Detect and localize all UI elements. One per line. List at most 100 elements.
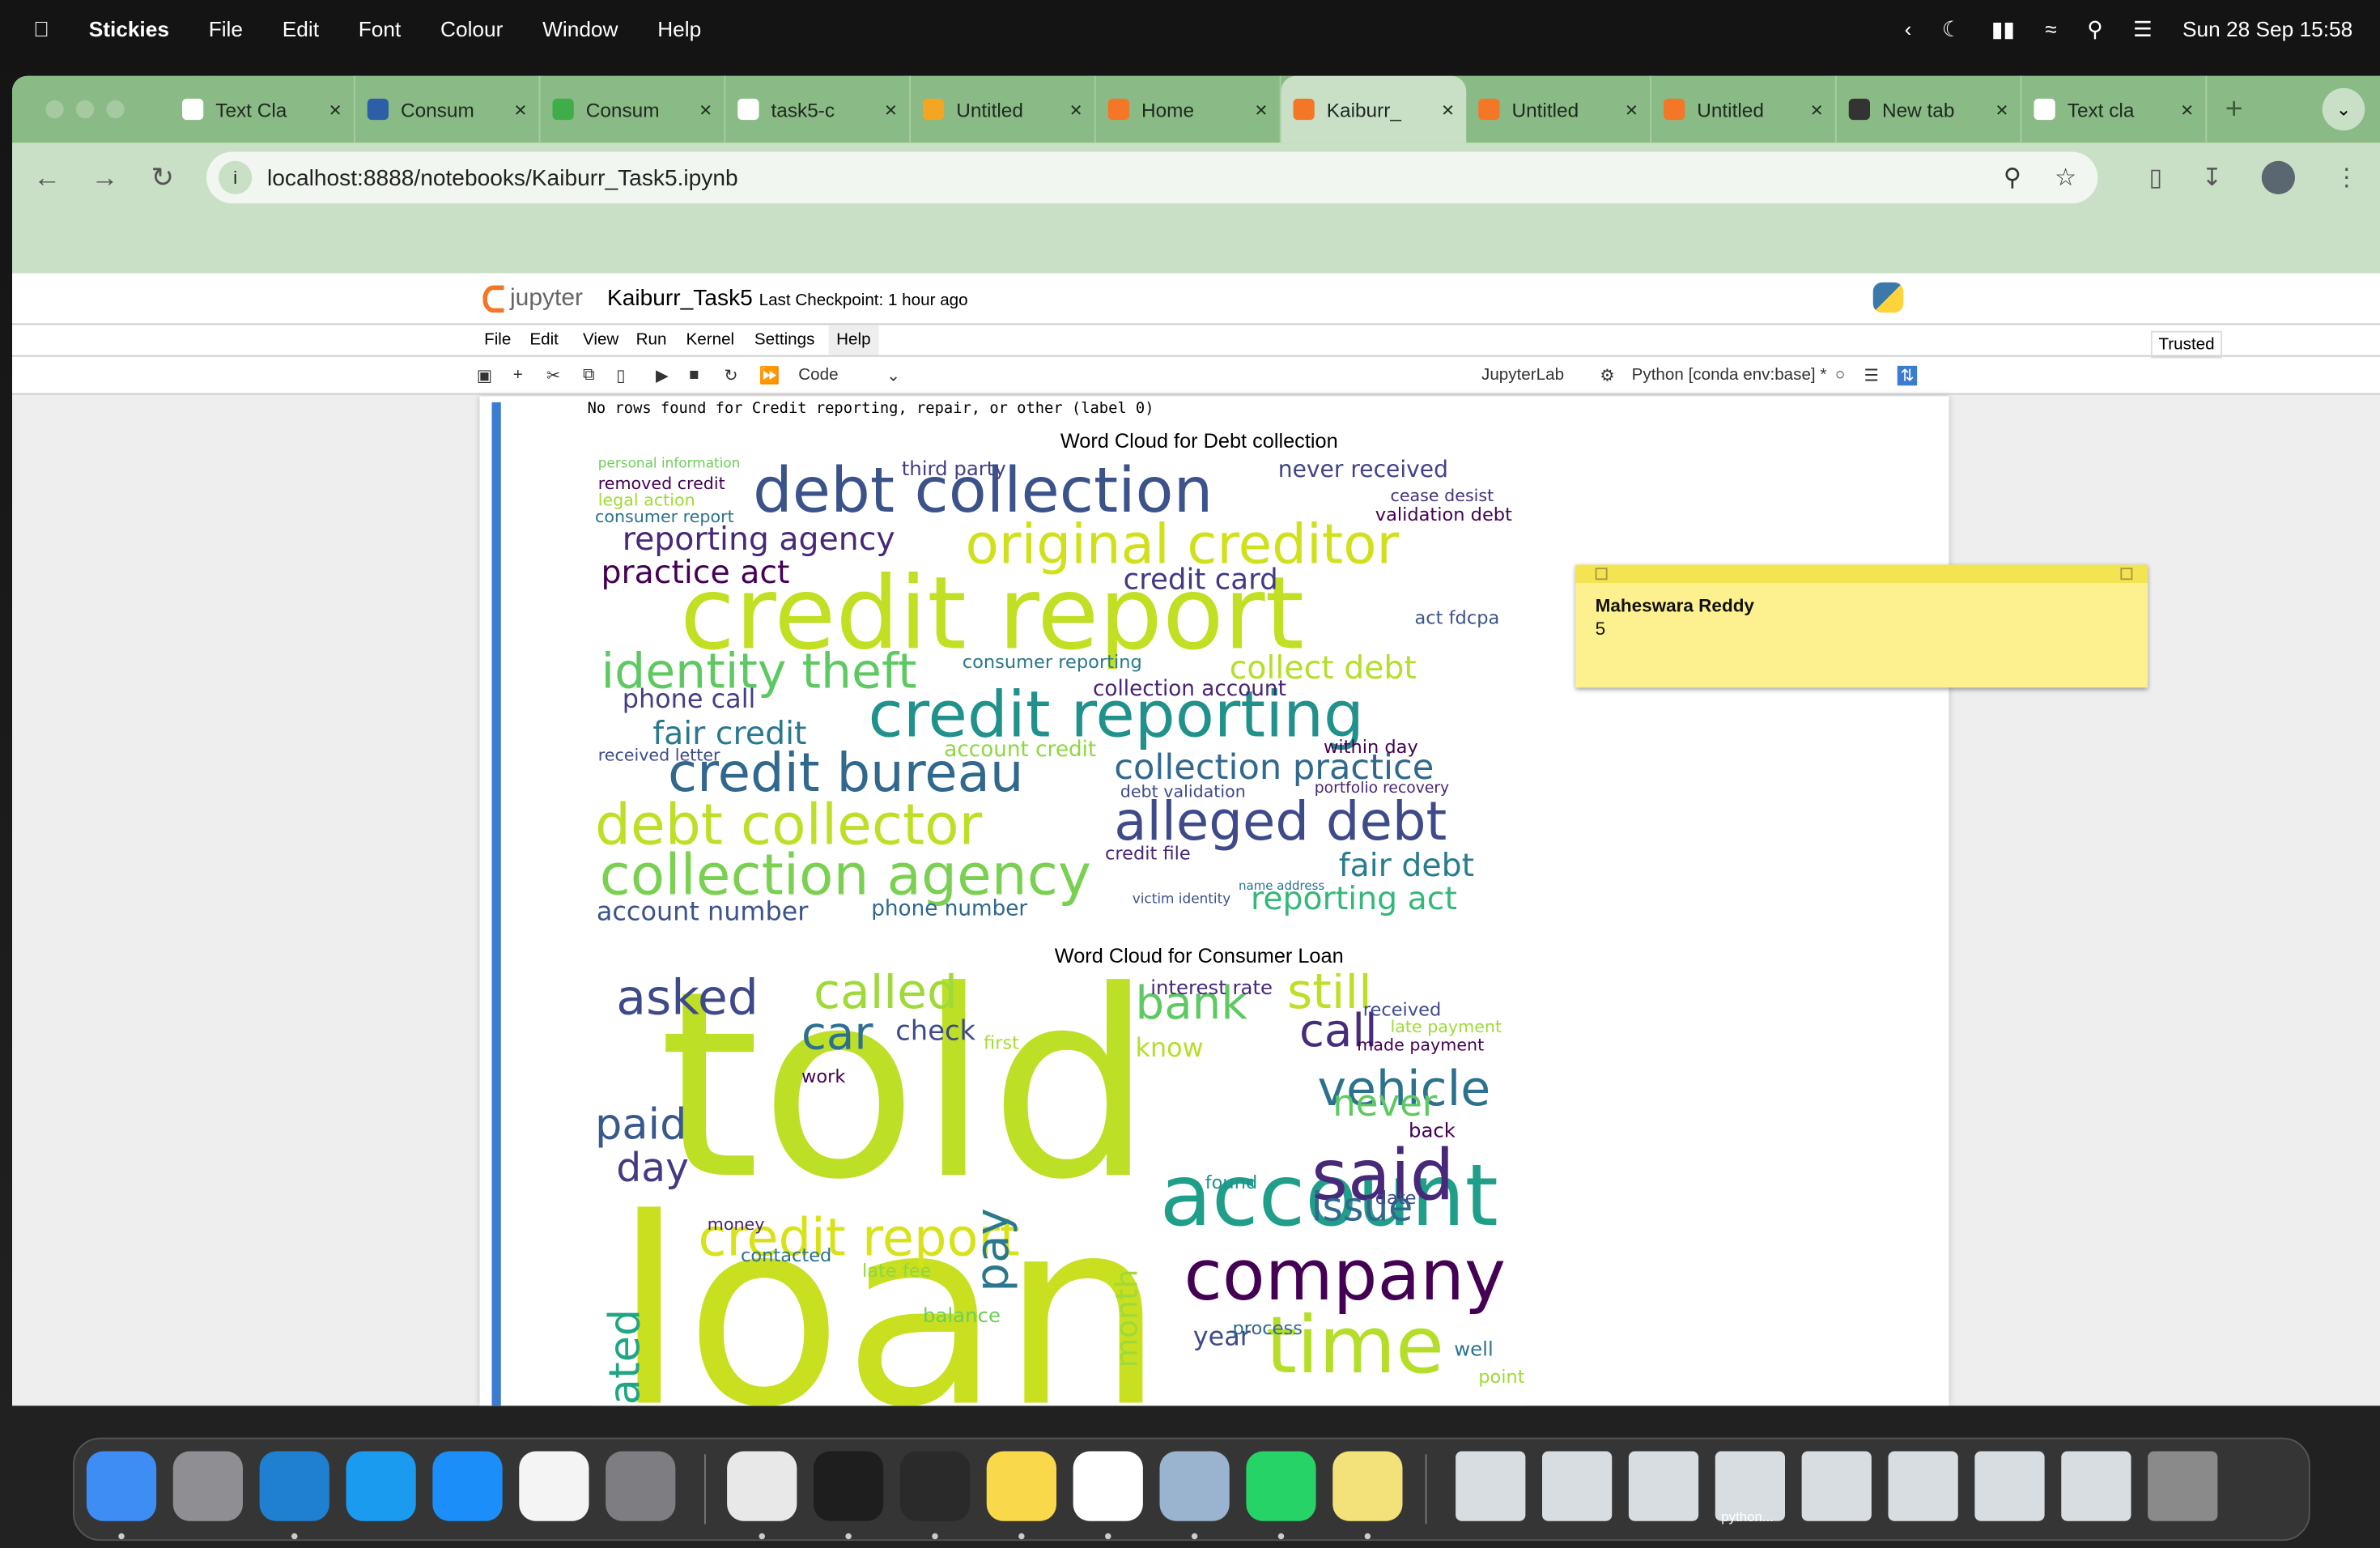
paste-icon[interactable]: ▯	[616, 366, 625, 386]
dock-finder-icon[interactable]	[86, 1451, 157, 1521]
browser-tab[interactable]: Kaiburr_ ×	[1281, 75, 1467, 143]
jupyter-logo[interactable]: jupyter	[482, 285, 583, 313]
browser-tab[interactable]: Text cla ×	[2022, 75, 2208, 143]
sticky-note[interactable]: Maheswara Reddy 5	[1575, 564, 2148, 688]
list-icon[interactable]: ☰	[1864, 366, 1880, 386]
dock-system-settings-icon[interactable]	[606, 1451, 676, 1521]
zoom-window-button[interactable]	[106, 100, 125, 119]
tab-close-icon[interactable]: ×	[1255, 97, 1267, 121]
nb-menu-kernel[interactable]: Kernel	[686, 331, 735, 350]
url-text[interactable]: localhost:8888/notebooks/Kaiburr_Task5.i…	[267, 164, 738, 190]
debug-bug-icon[interactable]: ⚙	[1600, 366, 1615, 386]
close-window-button[interactable]	[45, 100, 64, 119]
dock-vscode-icon[interactable]	[259, 1451, 329, 1521]
copy-icon[interactable]: ⧉	[583, 366, 595, 385]
dock-minimized-window[interactable]	[1456, 1451, 1526, 1521]
chevron-left-icon[interactable]: ‹	[1905, 17, 1912, 41]
tab-close-icon[interactable]: ×	[1811, 97, 1823, 121]
wifi-icon[interactable]: ≈	[2045, 17, 2056, 41]
nb-menu-file[interactable]: File	[484, 331, 511, 350]
dock-freeform-icon[interactable]	[1073, 1451, 1143, 1521]
dock-notes-icon[interactable]	[986, 1451, 1056, 1521]
nb-menu-settings[interactable]: Settings	[754, 331, 815, 350]
sticky-close-button[interactable]	[1595, 568, 1608, 580]
dock-terminal-icon[interactable]	[814, 1451, 884, 1521]
cell-type-select[interactable]: Code	[798, 366, 838, 385]
back-icon[interactable]: ←	[19, 162, 76, 194]
more-menu-icon[interactable]: ⋮	[2335, 163, 2359, 194]
sticky-title-text[interactable]: Maheswara Reddy	[1596, 595, 1754, 616]
browser-tab[interactable]: Consum ×	[355, 75, 541, 143]
spotlight-search-icon[interactable]: ⚲	[2087, 16, 2102, 42]
sticky-body-text[interactable]: 5	[1596, 618, 1606, 639]
tab-search-chevron-icon[interactable]: ⌄	[2322, 87, 2365, 131]
forward-icon[interactable]: →	[76, 162, 134, 194]
cut-icon[interactable]: ✂	[546, 366, 560, 386]
browser-tab[interactable]: Untitled ×	[911, 75, 1096, 143]
sticky-collapse-button[interactable]	[2120, 568, 2133, 580]
dock-minimized-window[interactable]	[1974, 1451, 2045, 1521]
tab-close-icon[interactable]: ×	[1442, 97, 1454, 121]
dock-trash-icon[interactable]	[2148, 1451, 2218, 1521]
focus-moon-icon[interactable]: ☾	[1942, 16, 1961, 42]
run-icon[interactable]: ▶	[656, 366, 669, 386]
menu-colour[interactable]: Colour	[440, 17, 503, 41]
tab-close-icon[interactable]: ×	[699, 97, 712, 121]
save-icon[interactable]: ▣	[477, 366, 493, 386]
restart-run-all-icon[interactable]: ⏩	[759, 366, 780, 386]
nb-menu-view[interactable]: View	[583, 331, 618, 350]
add-cell-icon[interactable]: +	[513, 366, 523, 385]
dock-whatsapp-icon[interactable]	[1246, 1451, 1316, 1521]
dock-chrome-icon[interactable]	[727, 1451, 797, 1521]
browser-tab[interactable]: task5-c ×	[725, 75, 911, 143]
browser-tab[interactable]: Untitled ×	[1651, 75, 1837, 143]
notebook-title[interactable]: Kaiburr_Task5	[607, 286, 753, 312]
browser-tab[interactable]: Text Cla ×	[170, 75, 355, 143]
address-bar[interactable]: i localhost:8888/notebooks/Kaiburr_Task5…	[206, 151, 2098, 204]
dock-stickies-icon[interactable]	[1332, 1451, 1403, 1521]
battery-icon[interactable]: ▮▮	[1991, 16, 2015, 42]
trusted-badge[interactable]: Trusted	[2151, 330, 2222, 359]
dock-app-store-icon[interactable]	[432, 1451, 503, 1521]
tab-close-icon[interactable]: ×	[2181, 97, 2193, 121]
dock-minimized-window[interactable]	[1888, 1451, 1958, 1521]
nb-menu-edit[interactable]: Edit	[529, 331, 559, 350]
download-icon[interactable]: ↧	[2202, 163, 2222, 194]
toc-icon[interactable]: ⇅	[1897, 365, 1918, 386]
dock-preview-icon[interactable]	[1159, 1451, 1230, 1521]
restart-icon[interactable]: ↻	[724, 366, 737, 386]
browser-tab[interactable]: Home ×	[1096, 75, 1281, 143]
apple-icon[interactable]: 	[33, 17, 49, 41]
menu-file[interactable]: File	[209, 17, 243, 41]
menu-help[interactable]: Help	[657, 17, 701, 41]
profile-avatar[interactable]	[2261, 160, 2295, 194]
dock-minimized-window[interactable]	[1628, 1451, 1699, 1521]
dock-activity-icon[interactable]	[899, 1451, 971, 1521]
nb-menu-help[interactable]: Help	[828, 325, 878, 355]
site-info-icon[interactable]: i	[219, 160, 253, 194]
tab-close-icon[interactable]: ×	[514, 97, 526, 121]
browser-tab[interactable]: New tab ×	[1837, 75, 2022, 143]
dock-minimized-window[interactable]	[1542, 1451, 1613, 1521]
nb-menu-run[interactable]: Run	[636, 331, 667, 350]
menu-font[interactable]: Font	[359, 17, 402, 41]
sticky-title-bar[interactable]	[1575, 564, 2148, 583]
zoom-icon[interactable]: ⚲	[2004, 163, 2021, 194]
menu-app-name[interactable]: Stickies	[89, 17, 169, 41]
dock-launchpad-icon[interactable]	[172, 1451, 243, 1521]
stop-icon[interactable]: ■	[689, 366, 699, 385]
clock[interactable]: Sun 28 Sep 15:58	[2182, 17, 2352, 41]
dock-reminders-icon[interactable]	[519, 1451, 589, 1521]
kernel-name[interactable]: Python [conda env:base] *	[1632, 366, 1827, 385]
tab-close-icon[interactable]: ×	[329, 97, 342, 121]
dock-safari-icon[interactable]	[346, 1451, 416, 1521]
jupyterlab-link[interactable]: JupyterLab	[1481, 366, 1564, 385]
menu-edit[interactable]: Edit	[283, 17, 319, 41]
tab-close-icon[interactable]: ×	[1995, 97, 2008, 121]
browser-tab[interactable]: Untitled ×	[1466, 75, 1651, 143]
dock-minimized-window[interactable]	[2061, 1451, 2131, 1521]
bookmark-star-icon[interactable]: ☆	[2055, 163, 2076, 194]
reload-icon[interactable]: ↻	[134, 162, 191, 194]
tab-close-icon[interactable]: ×	[1070, 97, 1082, 121]
new-tab-button[interactable]: +	[2225, 91, 2243, 126]
